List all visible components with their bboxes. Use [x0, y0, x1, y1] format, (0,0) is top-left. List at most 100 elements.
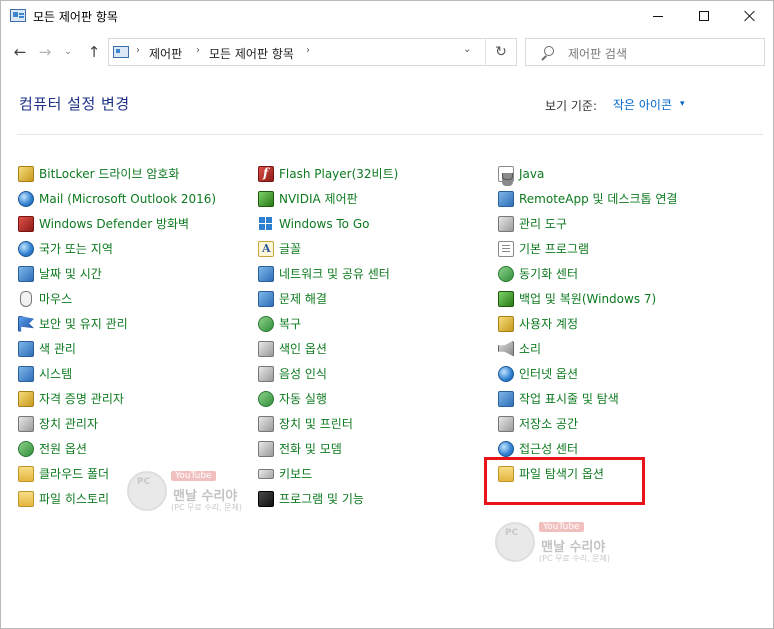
cp-item-sound[interactable]: 소리 — [498, 336, 677, 361]
breadcrumb-separator-icon[interactable]: › — [136, 45, 140, 56]
back-button[interactable]: ← — [9, 41, 31, 63]
back-arrow-icon: ← — [13, 43, 27, 61]
cp-item-fonts[interactable]: 글꼴 — [258, 236, 398, 261]
minimize-icon — [653, 15, 663, 17]
divider — [17, 134, 763, 135]
cp-item-storage-spaces[interactable]: 저장소 공간 — [498, 411, 677, 436]
cp-item-network-sharing[interactable]: 네트워크 및 공유 센터 — [258, 261, 398, 286]
troubleshoot-icon — [258, 290, 274, 307]
item-label: 문제 해결 — [279, 292, 327, 306]
item-label: 사용자 계정 — [519, 317, 579, 331]
breadcrumb-separator-icon[interactable]: › — [196, 45, 200, 56]
item-label: 마우스 — [39, 292, 73, 306]
breadcrumb-separator-icon[interactable]: › — [306, 45, 310, 56]
cp-item-programs-features[interactable]: 프로그램 및 기능 — [258, 486, 398, 511]
item-label: 보안 및 유지 관리 — [39, 317, 128, 331]
cp-item-credential-manager[interactable]: 자격 증명 관리자 — [18, 386, 216, 411]
device-manager-icon — [18, 415, 34, 432]
up-button[interactable]: ↑ — [83, 41, 105, 63]
backup-restore-icon — [498, 290, 514, 307]
sync-center-icon — [498, 265, 514, 282]
channel-logo: PC — [127, 471, 167, 511]
autoplay-icon — [258, 390, 274, 407]
cp-item-device-manager[interactable]: 장치 관리자 — [18, 411, 216, 436]
item-label: 클라우드 폴더 — [39, 467, 110, 481]
search-placeholder: 제어판 검색 — [568, 47, 628, 61]
cp-item-date-time[interactable]: 날짜 및 시간 — [18, 261, 216, 286]
cp-item-taskbar-navigation[interactable]: 작업 표시줄 및 탐색 — [498, 386, 677, 411]
highlight-box — [484, 457, 645, 505]
maximize-button[interactable] — [681, 1, 727, 31]
region-globe-icon — [18, 240, 34, 257]
cp-item-bitlocker[interactable]: BitLocker 드라이브 암호화 — [18, 161, 216, 186]
cp-item-nvidia[interactable]: NVIDIA 제어판 — [258, 186, 398, 211]
cp-item-windows-to-go[interactable]: Windows To Go — [258, 211, 398, 236]
item-label: 색 관리 — [39, 342, 76, 356]
item-label: 작업 표시줄 및 탐색 — [519, 392, 619, 406]
cp-item-default-programs[interactable]: 기본 프로그램 — [498, 236, 677, 261]
flash-player-icon — [258, 165, 274, 182]
control-panel-window: 모든 제어판 항목 ← → ⌄ ↑ › 제어판 › 모든 제어판 항목 › ⌄ … — [0, 0, 774, 629]
cp-item-devices-printers[interactable]: 장치 및 프린터 — [258, 411, 398, 436]
address-bar[interactable]: › 제어판 › 모든 제어판 항목 › ⌄ ↻ — [108, 38, 517, 66]
cp-item-speech-recognition[interactable]: 음성 인식 — [258, 361, 398, 386]
watermark-subtitle: (PC 무료 수리, 문제) — [539, 554, 610, 563]
item-label: 복구 — [279, 317, 302, 331]
breadcrumb-all-items[interactable]: 모든 제어판 항목 — [209, 45, 294, 62]
default-programs-icon — [498, 240, 514, 257]
channel-watermark: PC YouTube 맨날 수리야 (PC 무료 수리, 문제) — [127, 471, 267, 515]
system-icon — [18, 365, 34, 382]
minimize-button[interactable] — [635, 1, 681, 31]
nvidia-icon — [258, 190, 274, 207]
cp-item-region[interactable]: 국가 또는 지역 — [18, 236, 216, 261]
recent-locations-button[interactable]: ⌄ — [61, 41, 75, 63]
breadcrumb-control-panel[interactable]: 제어판 — [149, 45, 182, 62]
phone-modem-icon — [258, 440, 274, 457]
cp-item-user-accounts[interactable]: 사용자 계정 — [498, 311, 677, 336]
window-title: 모든 제어판 항목 — [33, 10, 118, 24]
cp-item-autoplay[interactable]: 자동 실행 — [258, 386, 398, 411]
cp-item-recovery[interactable]: 복구 — [258, 311, 398, 336]
search-box[interactable]: 제어판 검색 — [525, 38, 765, 66]
cp-item-power-options[interactable]: 전원 옵션 — [18, 436, 216, 461]
cp-item-admin-tools[interactable]: 관리 도구 — [498, 211, 677, 236]
cp-item-firewall[interactable]: Windows Defender 방화벽 — [18, 211, 216, 236]
cp-item-sync-center[interactable]: 동기화 센터 — [498, 261, 677, 286]
watermark-subtitle: (PC 무료 수리, 문제) — [171, 503, 242, 512]
item-label: Mail (Microsoft Outlook 2016) — [39, 191, 217, 206]
cp-item-security-maintenance[interactable]: 보안 및 유지 관리 — [18, 311, 216, 336]
user-accounts-icon — [498, 315, 514, 332]
chevron-down-icon[interactable]: ▾ — [680, 99, 685, 109]
cp-item-keyboard[interactable]: 키보드 — [258, 461, 398, 486]
cp-item-java[interactable]: Java — [498, 161, 677, 186]
item-label: 네트워크 및 공유 센터 — [279, 267, 390, 281]
cp-item-phone-modem[interactable]: 전화 및 모뎀 — [258, 436, 398, 461]
cp-item-system[interactable]: 시스템 — [18, 361, 216, 386]
power-options-icon — [18, 440, 34, 457]
item-label: Windows To Go — [279, 216, 370, 231]
cp-item-flash-player[interactable]: Flash Player(32비트) — [258, 161, 398, 186]
forward-button[interactable]: → — [34, 41, 56, 63]
item-label: 시스템 — [39, 367, 73, 381]
cp-item-mail[interactable]: Mail (Microsoft Outlook 2016) — [18, 186, 216, 211]
close-button[interactable] — [727, 1, 773, 31]
refresh-button[interactable]: ↻ — [485, 39, 516, 65]
cp-item-mouse[interactable]: 마우스 — [18, 286, 216, 311]
cp-item-backup-restore[interactable]: 백업 및 복원(Windows 7) — [498, 286, 677, 311]
cp-item-indexing-options[interactable]: 색인 옵션 — [258, 336, 398, 361]
item-label: 색인 옵션 — [279, 342, 327, 356]
chevron-down-icon: ⌄ — [64, 47, 72, 57]
cp-item-internet-options[interactable]: 인터넷 옵션 — [498, 361, 677, 386]
search-icon — [540, 46, 554, 60]
title-bar[interactable]: 모든 제어판 항목 — [1, 1, 773, 31]
view-by-dropdown[interactable]: 작은 아이콘 — [613, 96, 672, 113]
cp-item-color-management[interactable]: 색 관리 — [18, 336, 216, 361]
item-label: 글꼴 — [279, 242, 302, 256]
cp-item-remoteapp[interactable]: RemoteApp 및 데스크톱 연결 — [498, 186, 677, 211]
address-dropdown-icon[interactable]: ⌄ — [463, 44, 471, 55]
item-label: 장치 관리자 — [39, 417, 99, 431]
storage-spaces-icon — [498, 415, 514, 432]
control-panel-icon — [113, 46, 129, 58]
cp-item-troubleshooting[interactable]: 문제 해결 — [258, 286, 398, 311]
youtube-badge: YouTube — [171, 471, 216, 481]
